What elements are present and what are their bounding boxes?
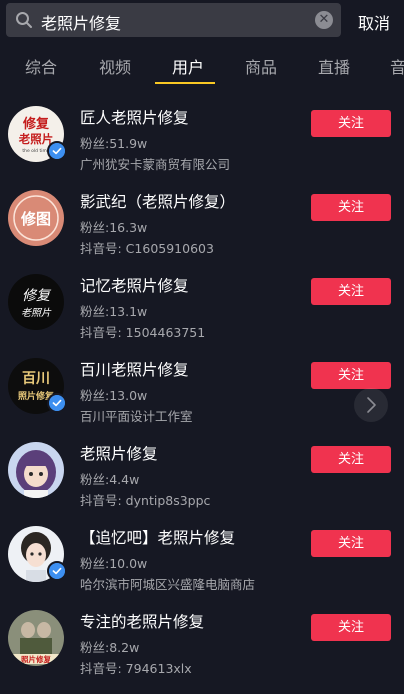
user-name[interactable]: 记忆老照片修复 xyxy=(80,274,189,296)
user-row[interactable]: 老照片修复 粉丝:4.4w 抖音号: dyntip8s3ppc 关注 xyxy=(0,442,404,526)
svg-text:修复: 修复 xyxy=(22,288,52,304)
user-subtitle: 百川平面设计工作室 xyxy=(80,409,193,424)
user-name[interactable]: 老照片修复 xyxy=(80,442,158,464)
user-subtitle: 抖音号: dyntip8s3ppc xyxy=(80,493,211,508)
user-row[interactable]: 照片修复 专注的老照片修复 粉丝:8.2w 抖音号: 794613xlx 关注 xyxy=(0,610,404,694)
tab-bar: 综合 视频 用户 商品 直播 音 xyxy=(0,42,404,86)
avatar[interactable]: 照片修复 xyxy=(8,610,64,666)
fans-count: 粉丝:8.2w xyxy=(80,640,140,655)
user-subtitle: 抖音号: C1605910603 xyxy=(80,241,214,256)
tab-music[interactable]: 音 xyxy=(390,54,404,78)
tab-products[interactable]: 商品 xyxy=(245,54,277,78)
fans-count: 粉丝:13.0w xyxy=(80,388,148,403)
follow-button[interactable]: 关注 xyxy=(311,614,391,641)
avatar[interactable]: 修复 老照片 xyxy=(8,274,64,330)
user-name[interactable]: 影武纪（老照片修复） xyxy=(80,190,235,212)
verified-icon xyxy=(47,561,67,581)
user-name[interactable]: 百川老照片修复 xyxy=(80,358,189,380)
svg-text:老照片: 老照片 xyxy=(18,132,54,146)
avatar[interactable] xyxy=(8,442,64,498)
user-subtitle: 广州犹安卡蒙商贸有限公司 xyxy=(80,157,231,172)
user-subtitle: 抖音号: 1504463751 xyxy=(80,325,206,340)
active-tab-indicator xyxy=(155,82,215,84)
chevron-right-icon[interactable] xyxy=(354,388,388,422)
follow-button[interactable]: 关注 xyxy=(311,446,391,473)
avatar[interactable]: 修图 xyxy=(8,190,64,246)
clear-icon[interactable]: ✕ xyxy=(315,11,333,29)
user-subtitle: 哈尔滨市阿城区兴盛隆电脑商店 xyxy=(80,577,256,592)
follow-button[interactable]: 关注 xyxy=(311,530,391,557)
svg-text:照片修复: 照片修复 xyxy=(21,654,51,664)
cancel-button[interactable]: 取消 xyxy=(358,10,390,34)
user-row[interactable]: 百川 照片修复 百川老照片修复 粉丝:13.0w 百川平面设计工作室 关注 xyxy=(0,358,404,442)
search-icon xyxy=(16,12,32,28)
fans-count: 粉丝:51.9w xyxy=(80,136,148,151)
follow-button[interactable]: 关注 xyxy=(311,194,391,221)
follow-button[interactable]: 关注 xyxy=(311,110,391,137)
user-row[interactable]: 修复 老照片 the old time 匠人老照片修复 粉丝:51.9w 广州犹… xyxy=(0,106,404,190)
svg-text:修复: 修复 xyxy=(22,116,50,132)
fans-count: 粉丝:16.3w xyxy=(80,220,148,235)
user-name[interactable]: 专注的老照片修复 xyxy=(80,610,204,632)
tab-videos[interactable]: 视频 xyxy=(99,54,131,78)
tab-comprehensive[interactable]: 综合 xyxy=(25,54,57,78)
search-bar: 老照片修复 ✕ 取消 xyxy=(0,0,404,42)
svg-text:the old time: the old time xyxy=(22,148,50,154)
svg-text:百川: 百川 xyxy=(22,371,50,387)
fans-count: 粉丝:10.0w xyxy=(80,556,148,571)
follow-button[interactable]: 关注 xyxy=(311,362,391,389)
user-row[interactable]: 【追忆吧】老照片修复 粉丝:10.0w 哈尔滨市阿城区兴盛隆电脑商店 关注 xyxy=(0,526,404,610)
verified-icon xyxy=(47,393,67,413)
tab-live[interactable]: 直播 xyxy=(318,54,350,78)
tab-users[interactable]: 用户 xyxy=(172,54,204,78)
fans-count: 粉丝:4.4w xyxy=(80,472,140,487)
search-input[interactable]: 老照片修复 ✕ xyxy=(6,3,341,37)
user-name[interactable]: 【追忆吧】老照片修复 xyxy=(80,526,235,548)
user-subtitle: 抖音号: 794613xlx xyxy=(80,661,192,676)
svg-text:老照片: 老照片 xyxy=(21,307,52,319)
user-row[interactable]: 修复 老照片 记忆老照片修复 粉丝:13.1w 抖音号: 1504463751 … xyxy=(0,274,404,358)
user-name[interactable]: 匠人老照片修复 xyxy=(80,106,189,128)
user-row[interactable]: 修图 影武纪（老照片修复） 粉丝:16.3w 抖音号: C1605910603 … xyxy=(0,190,404,274)
verified-icon xyxy=(47,141,67,161)
fans-count: 粉丝:13.1w xyxy=(80,304,148,319)
follow-button[interactable]: 关注 xyxy=(311,278,391,305)
svg-text:修图: 修图 xyxy=(20,210,51,228)
search-query: 老照片修复 xyxy=(41,14,122,33)
